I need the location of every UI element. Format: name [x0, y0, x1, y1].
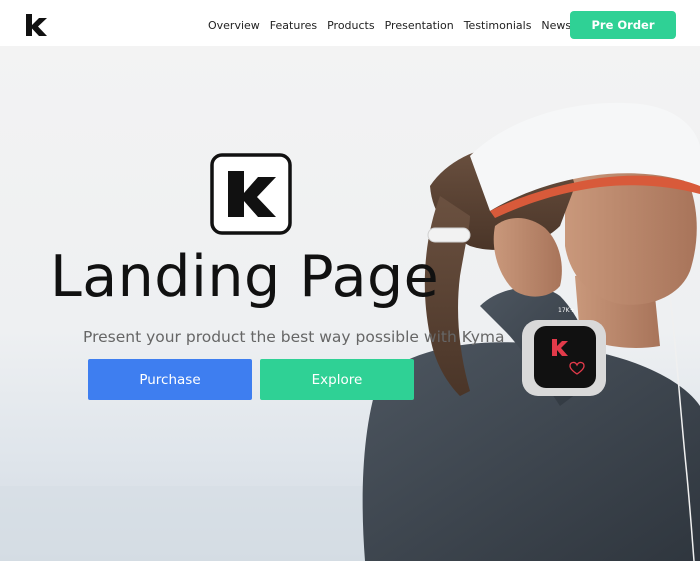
- purchase-button[interactable]: Purchase: [88, 359, 252, 400]
- k-logo-icon: [210, 153, 292, 235]
- nav-link-features[interactable]: Features: [270, 19, 317, 32]
- nav-link-testimonials[interactable]: Testimonials: [464, 19, 532, 32]
- nav-link-overview[interactable]: Overview: [208, 19, 260, 32]
- nav-link-presentation[interactable]: Presentation: [385, 19, 454, 32]
- landing-page: Overview Features Products Presentation …: [0, 0, 700, 561]
- k-logo-icon[interactable]: [24, 12, 50, 38]
- navbar: Overview Features Products Presentation …: [0, 0, 700, 46]
- nav-menu: Overview Features Products Presentation …: [203, 0, 576, 50]
- nav-link-news[interactable]: News: [541, 19, 571, 32]
- hero-title: Landing Page: [50, 244, 440, 310]
- nav-link-products[interactable]: Products: [327, 19, 375, 32]
- watch-display-text: 17K+: [558, 307, 575, 314]
- pre-order-button[interactable]: Pre Order: [570, 11, 676, 39]
- explore-button[interactable]: Explore: [260, 359, 414, 400]
- smartwatch-image: [522, 320, 606, 396]
- hero-subtitle: Present your product the best way possib…: [83, 328, 505, 346]
